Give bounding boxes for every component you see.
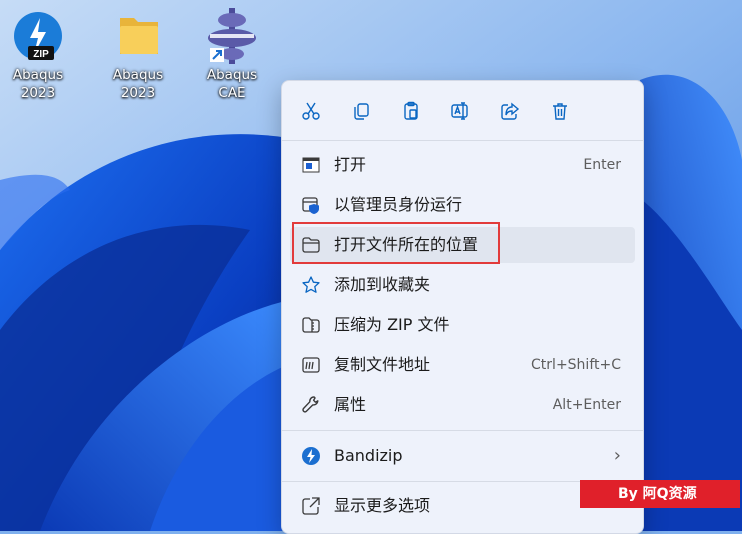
menu-item-label: 复制文件地址 bbox=[334, 355, 431, 374]
menu-item-open[interactable]: 打开 Enter bbox=[290, 147, 635, 183]
highlight-annotation-box bbox=[292, 222, 500, 264]
wrench-icon bbox=[300, 394, 322, 416]
abaqus-cae-shortcut-icon bbox=[204, 8, 260, 64]
menu-item-label: 显示更多选项 bbox=[334, 496, 431, 515]
zip-folder-icon bbox=[300, 314, 322, 336]
menu-separator bbox=[282, 430, 643, 431]
watermark-banner: By 阿Q资源 bbox=[580, 480, 740, 508]
submenu-chevron-icon: › bbox=[613, 445, 621, 466]
menu-item-compress-zip[interactable]: 压缩为 ZIP 文件 bbox=[290, 307, 635, 343]
rename-icon bbox=[451, 102, 468, 120]
rename-button[interactable] bbox=[444, 95, 476, 127]
clipboard-icon bbox=[404, 101, 418, 120]
svg-text:ZIP: ZIP bbox=[33, 49, 49, 60]
folder-icon bbox=[110, 8, 166, 64]
menu-item-add-to-favorites[interactable]: 添加到收藏夹 bbox=[290, 267, 635, 303]
share-button[interactable] bbox=[494, 95, 526, 127]
delete-button[interactable] bbox=[544, 95, 576, 127]
watermark-text: By 阿Q资源 bbox=[618, 486, 697, 502]
desktop-icon-abaqus-folder[interactable]: Abaqus 2023 bbox=[100, 8, 176, 102]
menu-item-label: 添加到收藏夹 bbox=[334, 275, 431, 294]
menu-item-shortcut: Alt+Enter bbox=[552, 397, 621, 413]
menu-item-label: Bandizip bbox=[334, 446, 403, 465]
star-icon bbox=[300, 274, 322, 296]
copy-path-icon bbox=[300, 354, 322, 376]
desktop-icon-abaqus-cae[interactable]: Abaqus CAE bbox=[194, 8, 270, 102]
paste-button[interactable] bbox=[395, 95, 427, 127]
menu-item-label: 以管理员身份运行 bbox=[334, 195, 463, 214]
copy-button[interactable] bbox=[345, 95, 377, 127]
menu-item-shortcut: Enter bbox=[583, 157, 621, 173]
open-window-icon bbox=[300, 154, 322, 176]
bandizip-icon bbox=[300, 445, 322, 467]
menu-item-bandizip[interactable]: Bandizip › bbox=[290, 438, 635, 474]
menu-item-label: 属性 bbox=[334, 395, 367, 414]
context-menu: 打开 Enter 以管理员身份运行 打开文件所在的位置 添加到收藏夹 压缩为 Z… bbox=[281, 80, 644, 534]
menu-item-properties[interactable]: 属性 Alt+Enter bbox=[290, 387, 635, 423]
zip-archive-icon: ZIP bbox=[10, 8, 66, 64]
menu-item-run-as-admin[interactable]: 以管理员身份运行 bbox=[290, 187, 635, 223]
menu-item-label: 打开 bbox=[334, 155, 367, 174]
admin-shield-icon bbox=[300, 194, 322, 216]
menu-separator bbox=[282, 140, 643, 141]
desktop-icon-label: Abaqus 2023 bbox=[12, 67, 64, 101]
cut-button[interactable] bbox=[295, 95, 327, 127]
scissors-icon bbox=[302, 102, 320, 120]
menu-item-shortcut: Ctrl+Shift+C bbox=[531, 357, 621, 373]
context-menu-toolbar bbox=[282, 95, 643, 127]
more-options-icon bbox=[300, 495, 322, 517]
desktop-icon-label: Abaqus CAE bbox=[206, 67, 258, 101]
copy-icon bbox=[354, 103, 369, 120]
menu-item-copy-path[interactable]: 复制文件地址 Ctrl+Shift+C bbox=[290, 347, 635, 383]
share-icon bbox=[501, 102, 520, 120]
desktop-icon-abaqus-zip[interactable]: ZIP Abaqus 2023 bbox=[0, 8, 76, 102]
trash-icon bbox=[553, 103, 567, 120]
menu-item-label: 压缩为 ZIP 文件 bbox=[334, 315, 450, 334]
desktop-icon-label: Abaqus 2023 bbox=[112, 67, 164, 101]
